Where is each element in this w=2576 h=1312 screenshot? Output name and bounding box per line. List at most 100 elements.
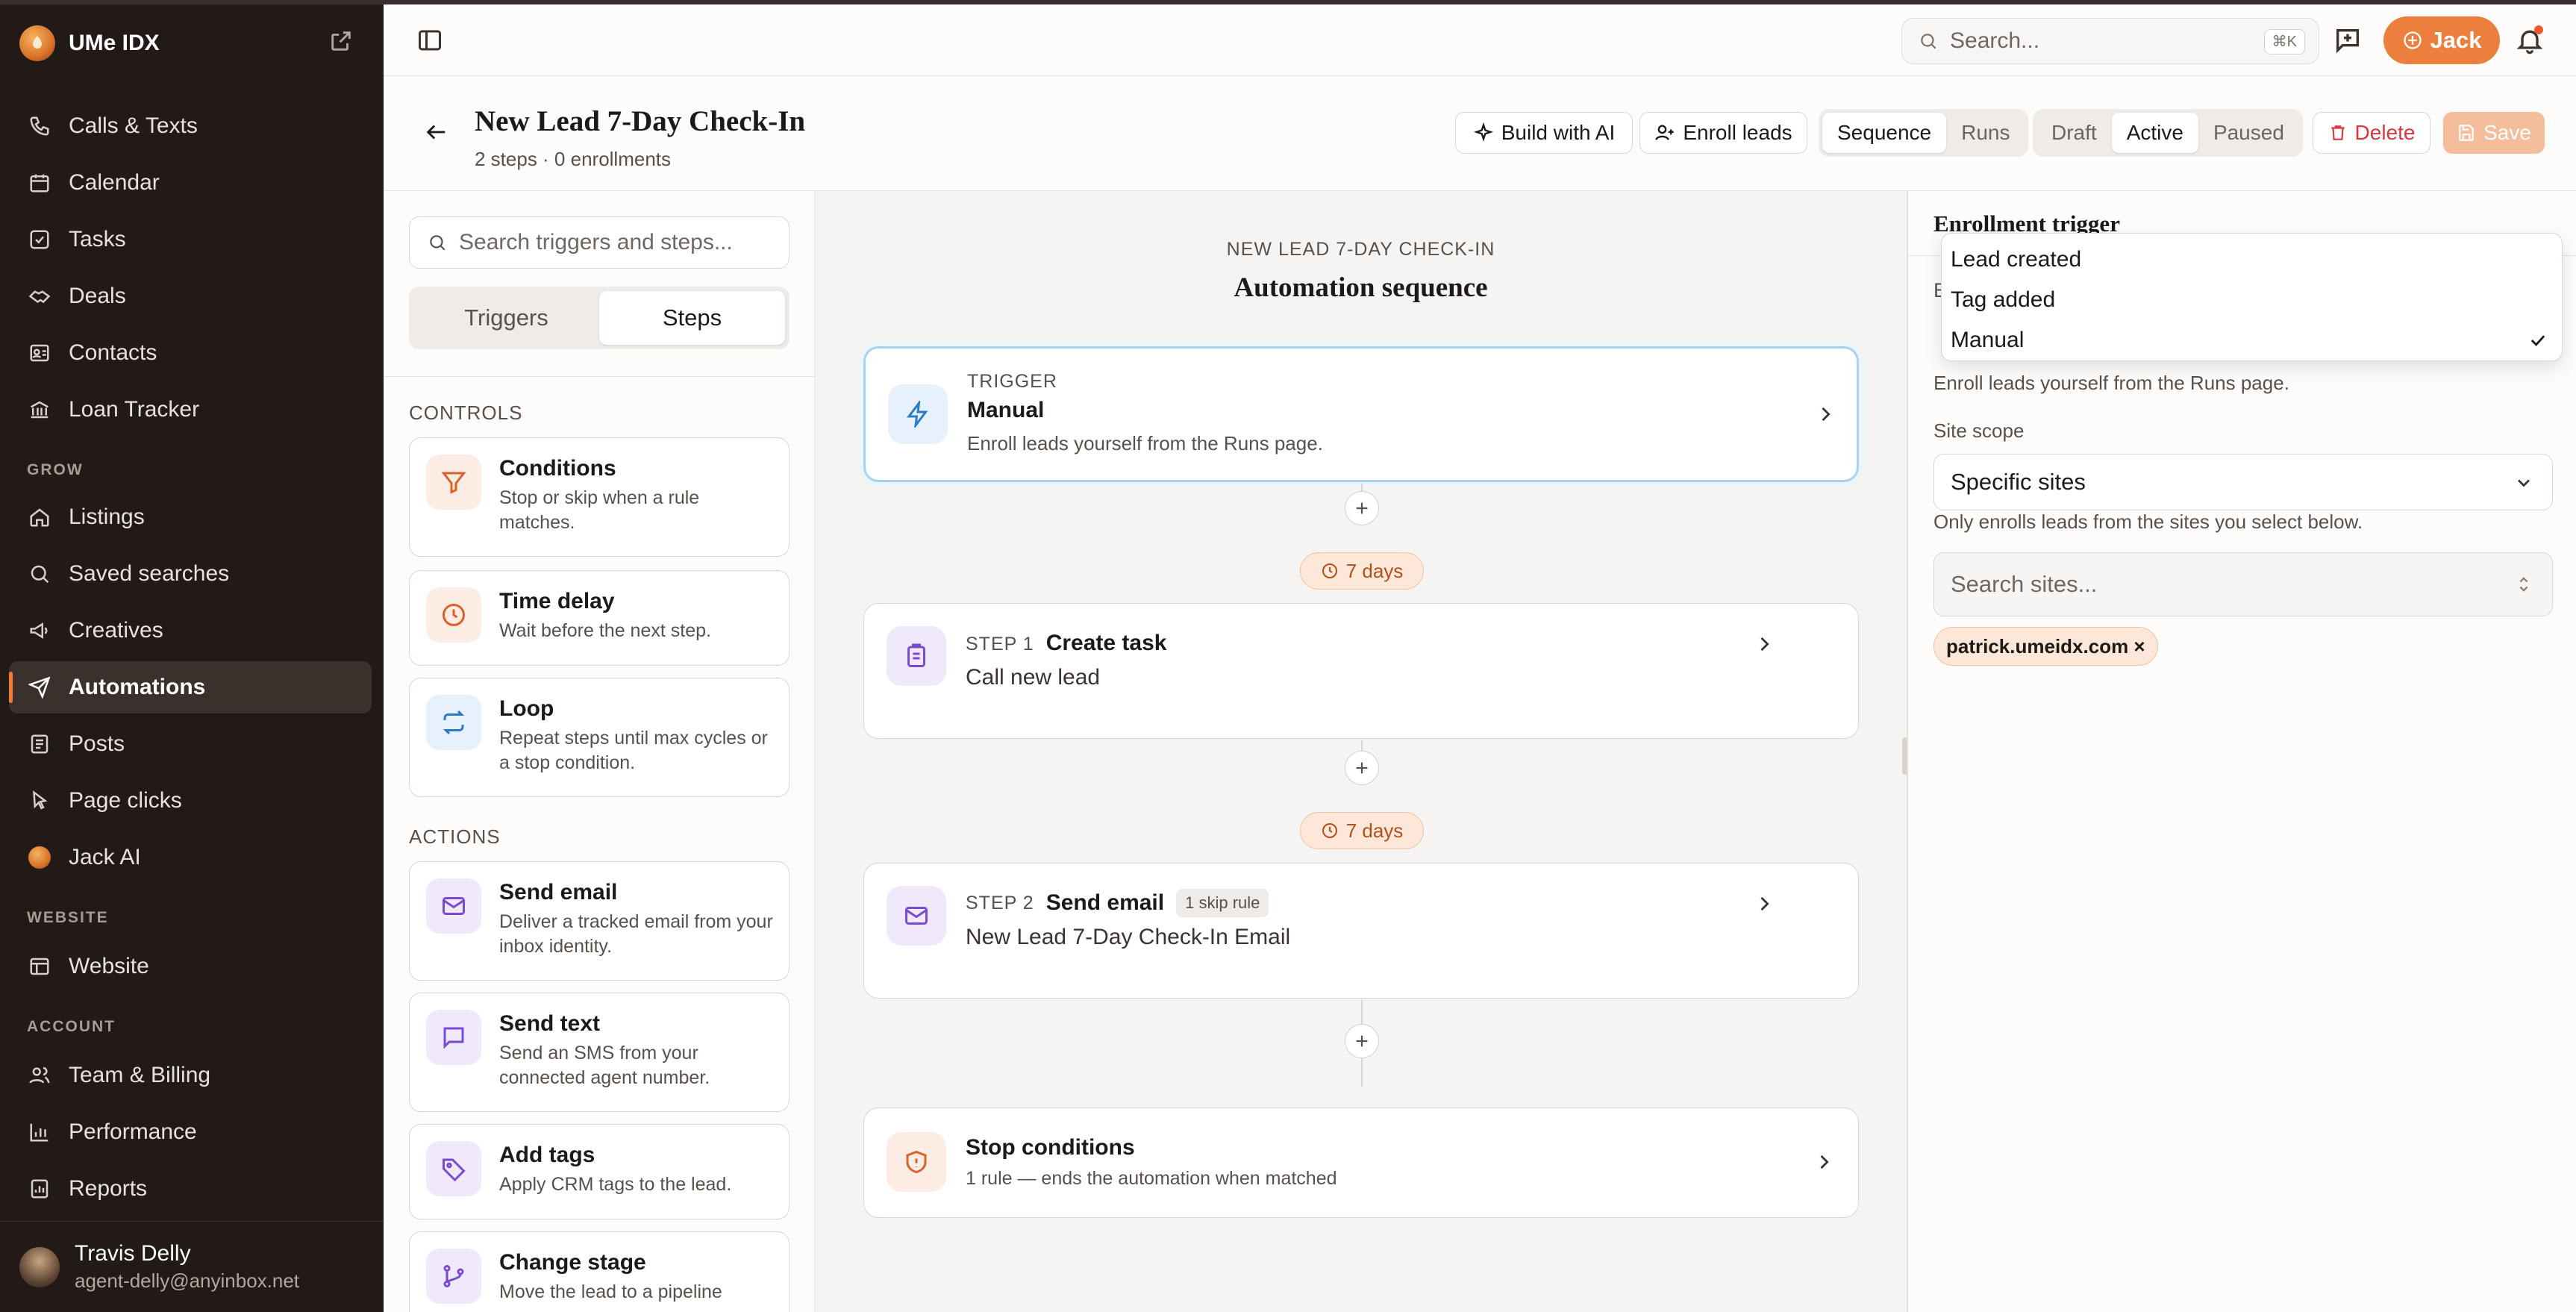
card-description: Stop or skip when a rule matches. — [499, 487, 700, 533]
sidebar-item-label: Contacts — [69, 340, 157, 365]
send-icon — [28, 676, 51, 699]
chevron-down-icon — [2513, 472, 2534, 493]
app-name: UMe IDX — [69, 31, 160, 55]
selected-site-chip[interactable]: patrick.umeidx.com × — [1933, 627, 2158, 666]
sidebar-item-label: Calls & Texts — [69, 113, 198, 138]
sidebar-toggle-icon[interactable] — [416, 27, 443, 54]
search-icon — [1919, 31, 1938, 51]
sidebar-item-loan-tracker[interactable]: Loan Tracker — [9, 384, 372, 436]
site-scope-value: Specific sites — [1951, 469, 2086, 495]
report-icon — [28, 1178, 51, 1200]
trigger-description: Enroll leads yourself from the Runs page… — [967, 432, 1323, 454]
sidebar-item-saved-searches[interactable]: Saved searches — [9, 548, 372, 600]
sidebar-item-creatives[interactable]: Creatives — [9, 605, 372, 657]
sidebar-item-jack-ai[interactable]: Jack AI — [9, 831, 372, 884]
dropdown-option-manual[interactable]: Manual — [1942, 320, 2562, 360]
step-node-send-email[interactable]: STEP 2 Send email 1 skip rule New Lead 7… — [863, 863, 1859, 999]
clock-icon — [1321, 562, 1339, 580]
sidebar-item-website[interactable]: Website — [9, 940, 372, 993]
build-with-ai-label: Build with AI — [1501, 121, 1616, 144]
add-step-button[interactable] — [1345, 751, 1379, 785]
repeat-icon — [426, 695, 481, 750]
user-email: agent-delly@anyinbox.net — [75, 1269, 300, 1292]
trigger-help-text: Enroll leads yourself from the Runs page… — [1933, 372, 2289, 394]
sidebar-item-calls-texts[interactable]: Calls & Texts — [9, 100, 372, 152]
sidebar-item-contacts[interactable]: Contacts — [9, 327, 372, 379]
users-icon — [28, 1064, 51, 1087]
palette-card-send-email[interactable]: Send email Deliver a tracked email from … — [409, 861, 790, 981]
save-button[interactable]: Save — [2443, 112, 2545, 154]
add-step-button[interactable] — [1345, 1024, 1379, 1058]
enroll-leads-button[interactable]: Enroll leads — [1639, 112, 1807, 154]
handshake-icon — [28, 285, 51, 307]
jack-label: Jack — [2430, 27, 2482, 53]
feedback-icon[interactable] — [2333, 25, 2363, 55]
delay-badge[interactable]: 7 days — [1300, 552, 1424, 590]
tab-triggers[interactable]: Triggers — [413, 291, 599, 345]
dropdown-option-tag-added[interactable]: Tag added — [1942, 280, 2562, 320]
global-search-input[interactable]: Search... ⌘K — [1901, 18, 2319, 64]
palette-card-loop[interactable]: Loop Repeat steps until max cycles or a … — [409, 678, 790, 797]
brand[interactable]: UMe IDX — [19, 21, 160, 66]
canvas-title: Automation sequence — [1234, 272, 1488, 303]
palette-card-send-text[interactable]: Send text Send an SMS from your connecte… — [409, 993, 790, 1112]
clipboard-icon — [887, 626, 946, 686]
palette-card-time-delay[interactable]: Time delay Wait before the next step. — [409, 570, 790, 666]
option-label: Tag added — [1951, 287, 2056, 312]
palette-card-add-tags[interactable]: Add tags Apply CRM tags to the lead. — [409, 1124, 790, 1219]
step-title: Send email — [1045, 890, 1165, 915]
delay-badge[interactable]: 7 days — [1300, 812, 1424, 849]
sidebar-item-team-billing[interactable]: Team & Billing — [9, 1049, 372, 1102]
card-title: Add tags — [499, 1143, 595, 1167]
sidebar-item-posts[interactable]: Posts — [9, 718, 372, 770]
palette-card-change-stage[interactable]: Change stage Move the lead to a pipeline — [409, 1231, 790, 1312]
sidebar-item-automations[interactable]: Automations — [9, 661, 372, 713]
external-link-icon[interactable] — [328, 28, 354, 54]
site-scope-select[interactable]: Specific sites — [1933, 454, 2553, 510]
tab-runs[interactable]: Runs — [1946, 113, 2025, 153]
sidebar-item-performance[interactable]: Performance — [9, 1106, 372, 1158]
card-title: Send email — [499, 880, 618, 905]
card-description: Repeat steps until max cycles or a stop … — [499, 728, 768, 773]
palette-search-input[interactable]: Search triggers and steps... — [409, 216, 790, 269]
back-arrow-icon[interactable] — [424, 119, 449, 145]
status-draft[interactable]: Draft — [2036, 113, 2112, 153]
status-active[interactable]: Active — [2111, 113, 2198, 153]
sidebar-item-listings[interactable]: Listings — [9, 491, 372, 543]
shield-icon — [887, 1132, 946, 1192]
step-title: Create task — [1045, 631, 1167, 655]
site-search-combobox[interactable]: Search sites... — [1933, 552, 2553, 616]
status-paused[interactable]: Paused — [2198, 113, 2299, 153]
sidebar-item-label: Deals — [69, 284, 126, 308]
delete-button[interactable]: Delete — [2313, 112, 2430, 154]
sidebar-item-tasks[interactable]: Tasks — [9, 213, 372, 266]
dropdown-option-lead-created[interactable]: Lead created — [1942, 240, 2562, 280]
sidebar-item-label: Performance — [69, 1119, 197, 1144]
step-description: New Lead 7-Day Check-In Email — [966, 925, 1291, 949]
sidebar-item-label: Saved searches — [69, 561, 230, 586]
palette-tabs: Triggers Steps — [409, 287, 790, 349]
sequence-canvas: NEW LEAD 7-DAY CHECK-IN Automation seque… — [815, 191, 1907, 1312]
add-step-button[interactable] — [1345, 491, 1379, 525]
sidebar-item-label: Automations — [69, 675, 206, 699]
trigger-node[interactable]: TRIGGER Manual Enroll leads yourself fro… — [863, 346, 1859, 482]
clock-icon — [1321, 822, 1339, 840]
sidebar-item-page-clicks[interactable]: Page clicks — [9, 775, 372, 827]
sidebar-item-reports[interactable]: Reports — [9, 1163, 372, 1215]
sidebar-item-calendar[interactable]: Calendar — [9, 157, 372, 209]
tab-steps[interactable]: Steps — [599, 291, 785, 345]
card-description: Send an SMS from your connected agent nu… — [499, 1043, 710, 1088]
stop-conditions-node[interactable]: Stop conditions 1 rule — ends the automa… — [863, 1108, 1859, 1218]
lightning-icon — [888, 384, 948, 444]
sidebar-item-deals[interactable]: Deals — [9, 270, 372, 322]
mail-icon — [426, 878, 481, 934]
palette-card-conditions[interactable]: Conditions Stop or skip when a rule matc… — [409, 437, 790, 557]
step-node-create-task[interactable]: STEP 1 Create task Call new lead — [863, 603, 1859, 739]
shortcut-hint: ⌘K — [2263, 29, 2305, 54]
step-description: Call new lead — [966, 665, 1101, 690]
avatar — [19, 1246, 60, 1287]
user-profile[interactable]: Travis Delly agent-delly@anyinbox.net — [0, 1221, 384, 1312]
build-with-ai-button[interactable]: Build with AI — [1455, 112, 1633, 154]
tab-sequence[interactable]: Sequence — [1822, 113, 1947, 153]
jack-ai-button[interactable]: Jack — [2383, 16, 2500, 64]
